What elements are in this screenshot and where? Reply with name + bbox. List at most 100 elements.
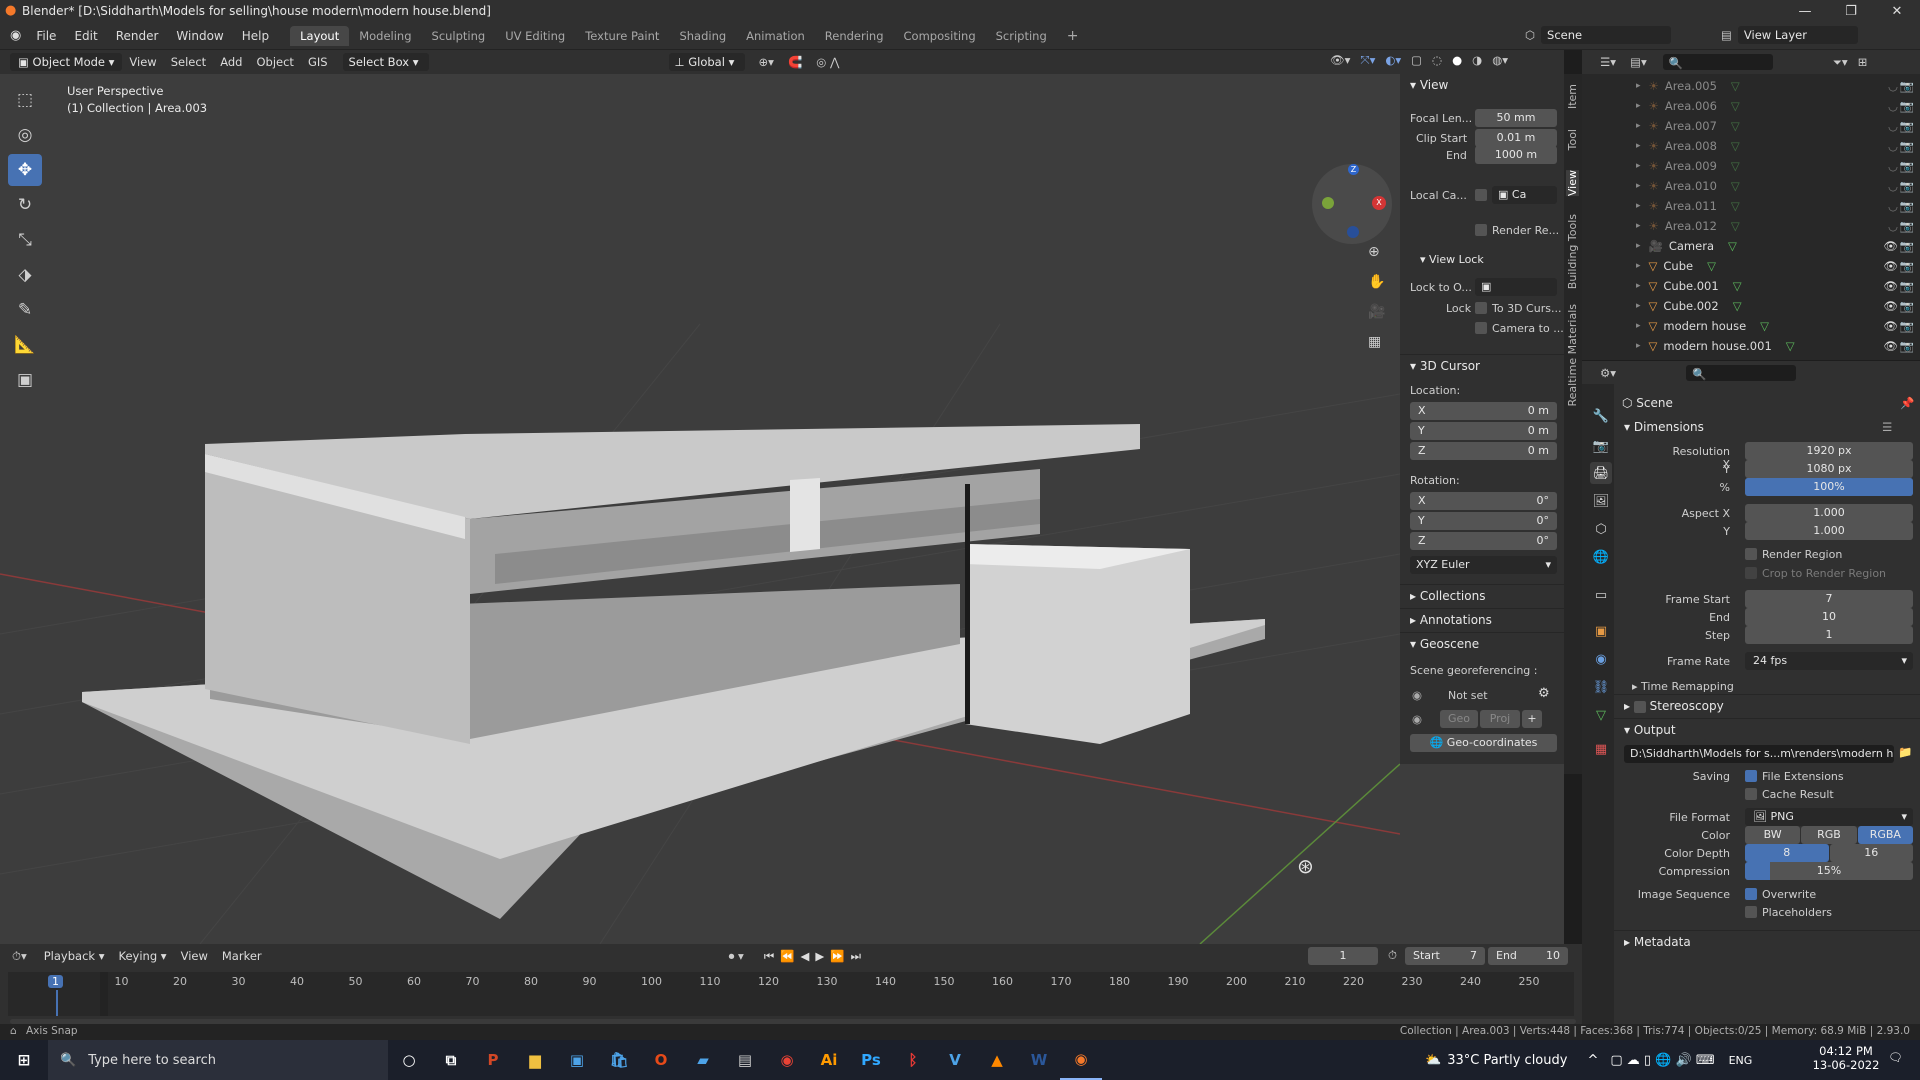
resolution-x-field[interactable]: 1920 px	[1745, 442, 1913, 460]
taskbar-search-box[interactable]: 🔍 Type here to search	[48, 1040, 388, 1080]
geo-button[interactable]: Geo	[1440, 710, 1478, 728]
pivot-icon[interactable]: ⊕▾	[759, 55, 774, 69]
ortho-grid-icon[interactable]: ▦	[1368, 334, 1385, 350]
render-camera-icon[interactable]: 📷	[1900, 219, 1914, 233]
render-camera-icon[interactable]: 📷	[1900, 79, 1914, 93]
cortana-icon[interactable]: ○	[388, 1040, 430, 1080]
transform-tool[interactable]: ⬗	[8, 259, 42, 291]
annotations-header[interactable]: ▸ Annotations	[1400, 608, 1564, 630]
presets-icon[interactable]: ☰	[1882, 420, 1892, 434]
pin-icon[interactable]: 📌	[1900, 396, 1914, 410]
outliner-row[interactable]: ▸ ▽ Cube.001 ▽ 👁 📷	[1582, 276, 1920, 296]
render-camera-icon[interactable]: 📷	[1900, 339, 1914, 353]
output-properties-tab-icon[interactable]: 🖨	[1590, 462, 1612, 484]
tray-chevron-icon[interactable]: ^	[1587, 1053, 1598, 1068]
word-icon[interactable]: W	[1018, 1040, 1060, 1080]
outliner-row[interactable]: ▸ ☀ Area.012 ▽ ◡ 📷	[1582, 216, 1920, 236]
expand-arrow-icon[interactable]: ▸	[1636, 341, 1641, 351]
time-remapping-header[interactable]: ▸ Time Remapping	[1632, 680, 1734, 693]
expand-arrow-icon[interactable]: ▸	[1636, 121, 1641, 131]
display-mode-icon[interactable]: ▤▾	[1630, 55, 1647, 69]
add-workspace-icon[interactable]: +	[1057, 25, 1089, 47]
tool-properties-tab-icon[interactable]: 🔧	[1590, 405, 1612, 427]
end-frame-field[interactable]: End 10	[1488, 947, 1568, 965]
object-name[interactable]: Area.008	[1665, 139, 1717, 153]
tab-sculpting[interactable]: Sculpting	[422, 26, 496, 46]
record-button[interactable]: ⏺ ▾	[729, 949, 744, 964]
current-frame-field[interactable]: 1	[1308, 947, 1378, 965]
app-icon-v[interactable]: V	[934, 1040, 976, 1080]
eye-icon[interactable]: ◡	[1888, 139, 1898, 153]
eye-icon[interactable]: ◡	[1888, 119, 1898, 133]
language-indicator[interactable]: ENG	[1729, 1054, 1753, 1067]
cache-result-checkbox[interactable]	[1745, 788, 1757, 800]
render-camera-icon[interactable]: 📷	[1900, 279, 1914, 293]
playback-menu[interactable]: Playback ▾	[37, 947, 112, 965]
menu-view[interactable]: View	[122, 53, 163, 71]
clock[interactable]: 04:12 PM 13-06-2022	[1810, 1044, 1882, 1072]
outliner-row[interactable]: ▸ ☀ Area.005 ▽ ◡ 📷	[1582, 76, 1920, 96]
render-region-prop-checkbox[interactable]	[1745, 548, 1757, 560]
eye-icon[interactable]: ◡	[1888, 159, 1898, 173]
eye-icon[interactable]: 👁	[1883, 339, 1898, 353]
object-name[interactable]: Area.009	[1665, 159, 1717, 173]
tab-texture-paint[interactable]: Texture Paint	[575, 26, 669, 46]
expand-arrow-icon[interactable]: ▸	[1636, 221, 1641, 231]
proj-button[interactable]: Proj	[1480, 710, 1520, 728]
local-camera-field[interactable]: ▣ Ca	[1492, 186, 1557, 204]
render-camera-icon[interactable]: 📷	[1900, 299, 1914, 313]
render-camera-icon[interactable]: 📷	[1900, 179, 1914, 193]
world-properties-tab-icon[interactable]: 🌐	[1590, 546, 1612, 568]
texture-properties-tab-icon[interactable]: ▦	[1590, 738, 1612, 760]
menu-render[interactable]: Render	[107, 29, 168, 43]
rotation-mode-dropdown[interactable]: XYZ Euler ▾	[1410, 556, 1557, 574]
output-path-input[interactable]: D:\Siddharth\Models for s...m\renders\mo…	[1624, 745, 1894, 763]
current-frame-marker[interactable]: 1	[48, 975, 63, 988]
overlay-icon[interactable]: ◐▾	[1385, 53, 1401, 68]
compression-slider[interactable]: 15%	[1745, 862, 1913, 880]
mode-selector[interactable]: ▣ Object Mode ▾	[10, 53, 123, 71]
outliner-search-input[interactable]: 🔍	[1662, 54, 1773, 70]
material-shading-icon[interactable]: ◑	[1472, 53, 1482, 68]
outliner-row[interactable]: ▸ ▽ Cube.002 ▽ 👁 📷	[1582, 296, 1920, 316]
object-name[interactable]: Cube.001	[1663, 279, 1718, 293]
scene-properties-tab-icon[interactable]: ⬡	[1590, 518, 1612, 540]
clip-end-field[interactable]: 1000 m	[1475, 146, 1557, 164]
geo-coordinates-button[interactable]: 🌐 Geo-coordinates	[1410, 734, 1557, 752]
maximize-button[interactable]: ❐	[1828, 0, 1874, 22]
timeline-view-menu[interactable]: View	[174, 947, 215, 965]
crop-checkbox[interactable]	[1745, 567, 1757, 579]
play-reverse-button[interactable]: ◀	[801, 949, 810, 963]
vlc-icon[interactable]: ▲	[976, 1040, 1018, 1080]
depth-8-button[interactable]: 8	[1745, 844, 1829, 862]
render-camera-icon[interactable]: 📷	[1900, 199, 1914, 213]
tab-scripting[interactable]: Scripting	[986, 26, 1057, 46]
eye-icon[interactable]: ◡	[1888, 219, 1898, 233]
eye-icon[interactable]: ◡	[1888, 199, 1898, 213]
outliner-row[interactable]: ▸ 🎥 Camera ▽ 👁 📷	[1582, 236, 1920, 256]
playhead-line[interactable]	[56, 990, 58, 1016]
eye-icon[interactable]: 👁	[1883, 279, 1898, 293]
object-name[interactable]: Cube	[1663, 259, 1693, 273]
zoom-icon[interactable]: ⊕	[1368, 244, 1385, 260]
geo-radio-icon[interactable]: ◉	[1412, 712, 1422, 726]
snap-icon[interactable]: 🧲	[788, 55, 802, 69]
start-frame-field[interactable]: Start 7	[1405, 947, 1485, 965]
expand-arrow-icon[interactable]: ▸	[1636, 161, 1641, 171]
eye-icon[interactable]: 👁	[1883, 299, 1898, 313]
menu-edit[interactable]: Edit	[65, 29, 106, 43]
app-icon-gray[interactable]: ▤	[724, 1040, 766, 1080]
notification-icon[interactable]: 🗨	[1888, 1050, 1903, 1064]
object-name[interactable]: Cube.002	[1663, 299, 1718, 313]
folder-icon[interactable]: 📁	[1898, 745, 1912, 759]
orientation-dropdown[interactable]: ⊥ Global ▾	[668, 53, 745, 71]
outliner-row[interactable]: ▸ ▽ Cube ▽ 👁 📷	[1582, 256, 1920, 276]
select-box-dropdown[interactable]: Select Box ▾	[342, 53, 429, 71]
dimensions-header[interactable]: ▾ Dimensions	[1614, 416, 1920, 438]
select-box-tool[interactable]: ⬚	[8, 84, 42, 116]
view-section-header[interactable]: ▾ View	[1400, 74, 1564, 96]
annotate-tool[interactable]: ✎	[8, 294, 42, 326]
illustrator-icon[interactable]: Ai	[808, 1040, 850, 1080]
app-icon-red[interactable]: ᛒ	[892, 1040, 934, 1080]
expand-arrow-icon[interactable]: ▸	[1636, 101, 1641, 111]
